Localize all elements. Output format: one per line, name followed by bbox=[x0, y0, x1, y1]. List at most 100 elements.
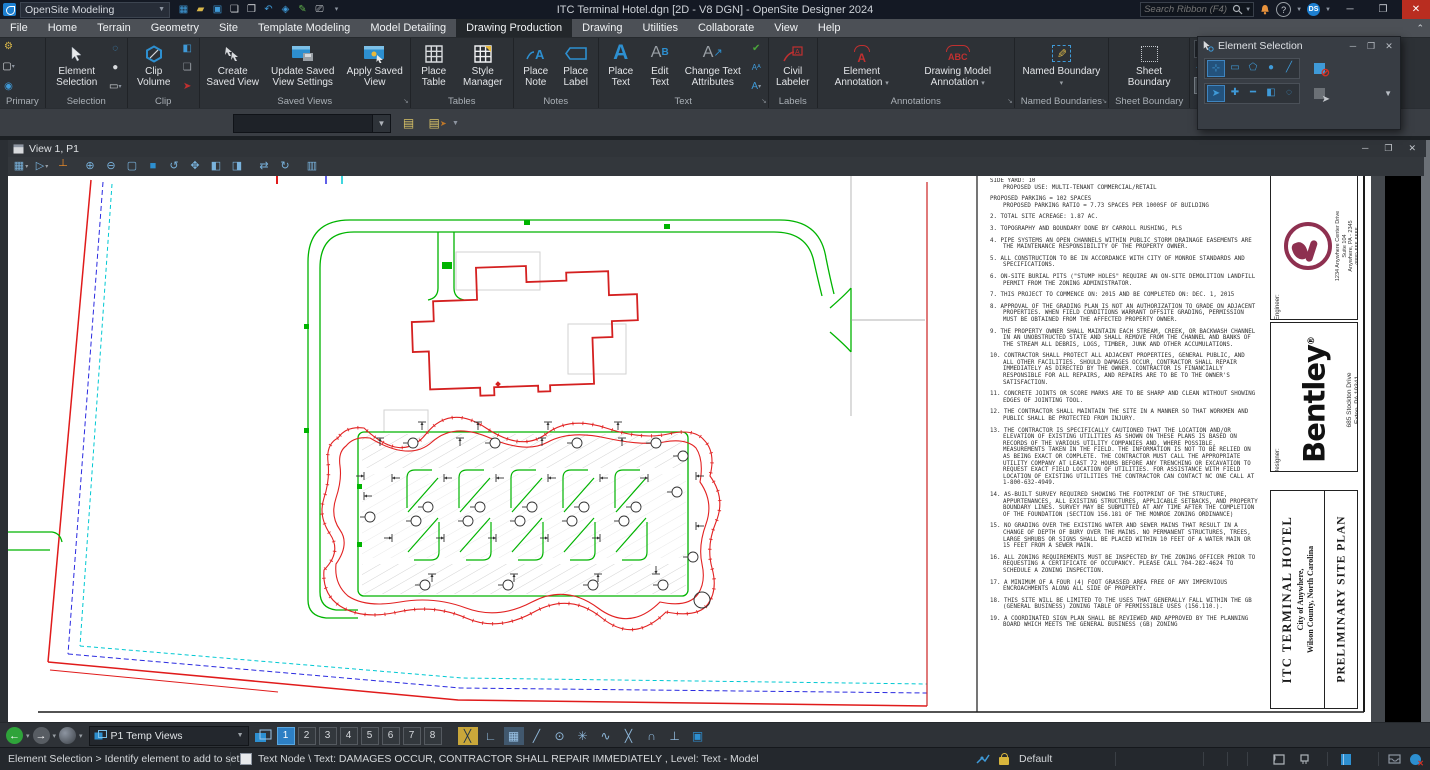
style-manager-button[interactable]: Style Manager bbox=[456, 40, 510, 96]
view-minimize-button[interactable]: ─ bbox=[1362, 143, 1368, 154]
compass-icon[interactable]: ◈ bbox=[279, 4, 292, 16]
undo-history-icon[interactable]: ▾ bbox=[79, 732, 83, 740]
create-saved-view-button[interactable]: Create Saved View bbox=[203, 40, 263, 96]
dialog-minimize-button[interactable]: ─ bbox=[1346, 41, 1360, 51]
rotate-view-icon[interactable]: ↺ bbox=[164, 159, 184, 175]
view-toggle-5[interactable]: 5 bbox=[360, 726, 379, 745]
tab-drawing[interactable]: Drawing bbox=[572, 19, 632, 37]
undo-sphere-icon[interactable] bbox=[59, 727, 77, 744]
save-icon[interactable]: ▣ bbox=[211, 4, 224, 16]
pick-style-icon[interactable]: ▤ ➤ bbox=[426, 113, 449, 134]
level-lock-icon[interactable] bbox=[999, 748, 1009, 770]
snap-mode-icon[interactable] bbox=[976, 748, 990, 770]
sheet-boundary-button[interactable]: Sheet Boundary bbox=[1113, 40, 1185, 96]
help-icon[interactable]: ? bbox=[1276, 2, 1292, 17]
place-text-button[interactable]: A Place Text bbox=[602, 40, 640, 96]
snap-intersection-icon[interactable]: ╳ bbox=[619, 727, 639, 745]
select-individual-icon[interactable]: ⊹ bbox=[1207, 60, 1225, 77]
attach-tools-icon[interactable]: ◉ bbox=[1, 80, 16, 94]
tab-drawing-production[interactable]: Drawing Production bbox=[456, 19, 573, 37]
element-selection-button[interactable]: Element Selection bbox=[49, 40, 105, 96]
apply-saved-view-button[interactable]: Apply Saved View bbox=[343, 40, 407, 96]
view-maximize-button[interactable]: ❐ bbox=[1384, 143, 1392, 154]
minimize-button[interactable]: ─ bbox=[1336, 0, 1364, 19]
style-combobox[interactable] bbox=[233, 113, 373, 133]
back-button[interactable]: ← bbox=[6, 727, 23, 744]
tab-help[interactable]: Help bbox=[808, 19, 851, 37]
text-styles-icon[interactable]: A ▾ bbox=[749, 80, 764, 94]
select-by-attributes-icon[interactable]: ➤ bbox=[1310, 86, 1330, 105]
chevron-down-icon[interactable]: ▼ bbox=[373, 113, 391, 133]
named-boundary-button[interactable]: ✎ Named Boundary ▾ bbox=[1020, 40, 1102, 96]
message-tray-icon[interactable] bbox=[1388, 748, 1401, 770]
open-folder-icon[interactable]: ▰ bbox=[194, 4, 207, 16]
online-status-icon[interactable] bbox=[1410, 748, 1424, 770]
civil-labeler-button[interactable]: A Civil Labeler bbox=[772, 40, 814, 96]
place-note-button[interactable]: A Place Note bbox=[517, 40, 555, 96]
place-table-button[interactable]: Place Table bbox=[414, 40, 454, 96]
zoom-out-icon[interactable]: ⊖ bbox=[101, 159, 121, 175]
clip-view-icon[interactable]: ▥ bbox=[302, 159, 322, 175]
markups-book-icon[interactable] bbox=[1340, 748, 1352, 770]
select-circle-icon[interactable]: ● bbox=[1263, 60, 1279, 75]
tab-home[interactable]: Home bbox=[38, 19, 87, 37]
snap-curve-icon[interactable]: ∿ bbox=[596, 727, 616, 745]
chevron-down-icon[interactable]: ▼ bbox=[452, 120, 459, 127]
view-titlebar[interactable]: View 1, P1 ─ ❐ ✕ bbox=[8, 140, 1426, 157]
connection-icon[interactable] bbox=[1298, 748, 1311, 770]
close-button[interactable]: ✕ bbox=[1402, 0, 1430, 19]
zoom-in-icon[interactable]: ⊕ bbox=[80, 159, 100, 175]
new-file-icon[interactable]: ▢ ▾ bbox=[1, 60, 16, 74]
save-as-icon[interactable]: ❐ bbox=[245, 4, 258, 16]
view-perspective-icon[interactable]: ↻ bbox=[275, 159, 295, 175]
dialog-launcher-icon[interactable]: ↘ bbox=[761, 96, 766, 108]
tab-collaborate[interactable]: Collaborate bbox=[688, 19, 764, 37]
view-attributes-icon[interactable]: ▦ ▾ bbox=[11, 159, 31, 175]
clip-mask-icon[interactable]: ◧ bbox=[180, 42, 195, 56]
undo-icon[interactable]: ↶ bbox=[262, 4, 275, 16]
save-settings-icon[interactable]: ❏ bbox=[228, 4, 241, 16]
select-all-disabled-icon[interactable]: ⊘ bbox=[1310, 61, 1330, 79]
dialog-maximize-button[interactable]: ❐ bbox=[1364, 41, 1378, 52]
select-block-icon[interactable]: ▭ bbox=[1227, 60, 1243, 75]
pen-icon[interactable]: ✎ bbox=[296, 4, 309, 16]
mode-subtract-icon[interactable]: ━ bbox=[1245, 85, 1261, 100]
print-icon[interactable]: ⎚ bbox=[313, 4, 326, 16]
change-text-attributes-button[interactable]: A ↗ Change Text Attributes bbox=[680, 40, 746, 96]
view-toggle-7[interactable]: 7 bbox=[402, 726, 421, 745]
tab-view[interactable]: View bbox=[764, 19, 808, 37]
snap-midpoint-icon[interactable]: ✳ bbox=[573, 727, 593, 745]
accusnap-toggle-icon[interactable]: ╳ bbox=[457, 726, 478, 745]
select-line-icon[interactable]: ╱ bbox=[1281, 60, 1297, 75]
view-toggle-3[interactable]: 3 bbox=[318, 726, 337, 745]
element-selection-dialog-titlebar[interactable]: Element Selection ─ ❐ ✕ bbox=[1198, 37, 1400, 55]
clip-volume-button[interactable]: Clip Volume bbox=[131, 40, 177, 96]
ribbon-search[interactable]: ▼ bbox=[1140, 2, 1255, 17]
tab-utilities[interactable]: Utilities bbox=[633, 19, 688, 37]
view-toggle-8[interactable]: 8 bbox=[423, 726, 442, 745]
view-close-button[interactable]: ✕ bbox=[1408, 143, 1416, 154]
snap-origin-icon[interactable]: ▣ bbox=[688, 727, 708, 745]
dialog-close-button[interactable]: ✕ bbox=[1382, 41, 1396, 52]
forward-history-icon[interactable]: ▾ bbox=[53, 732, 57, 740]
window-area-icon[interactable]: ▢ bbox=[122, 159, 142, 175]
notification-bell-icon[interactable] bbox=[1259, 3, 1271, 16]
dialog-expand-icon[interactable]: ▼ bbox=[1384, 89, 1394, 98]
mode-new-icon[interactable]: ➤ bbox=[1207, 85, 1225, 102]
fence-rect-icon[interactable]: ▭ ▾ bbox=[108, 80, 123, 94]
dialog-launcher-icon[interactable]: ↘ bbox=[1102, 96, 1107, 108]
fit-view-icon[interactable]: ■ bbox=[143, 159, 163, 175]
active-level[interactable]: Default bbox=[1019, 748, 1052, 770]
tab-geometry[interactable]: Geometry bbox=[141, 19, 209, 37]
maximize-button[interactable]: ❐ bbox=[1369, 0, 1397, 19]
tab-model-detailing[interactable]: Model Detailing bbox=[360, 19, 456, 37]
snap-tangent-icon[interactable]: ∩ bbox=[642, 727, 662, 745]
drawing-canvas[interactable]: SIDE YARD: 10 PROPOSED USE: MULTI-TENANT… bbox=[8, 176, 1421, 722]
ribbon-search-input[interactable] bbox=[1141, 4, 1233, 15]
tab-terrain[interactable]: Terrain bbox=[87, 19, 141, 37]
qat-more-icon[interactable]: ▾ bbox=[330, 4, 343, 16]
view-group-selector[interactable]: P1 Temp Views ▼ bbox=[88, 725, 249, 746]
element-annotation-button[interactable]: A Element Annotation ▾ bbox=[821, 40, 903, 96]
display-style-icon[interactable]: ▷ ▾ bbox=[32, 159, 52, 175]
view-window-scrollbar[interactable] bbox=[1421, 140, 1430, 747]
